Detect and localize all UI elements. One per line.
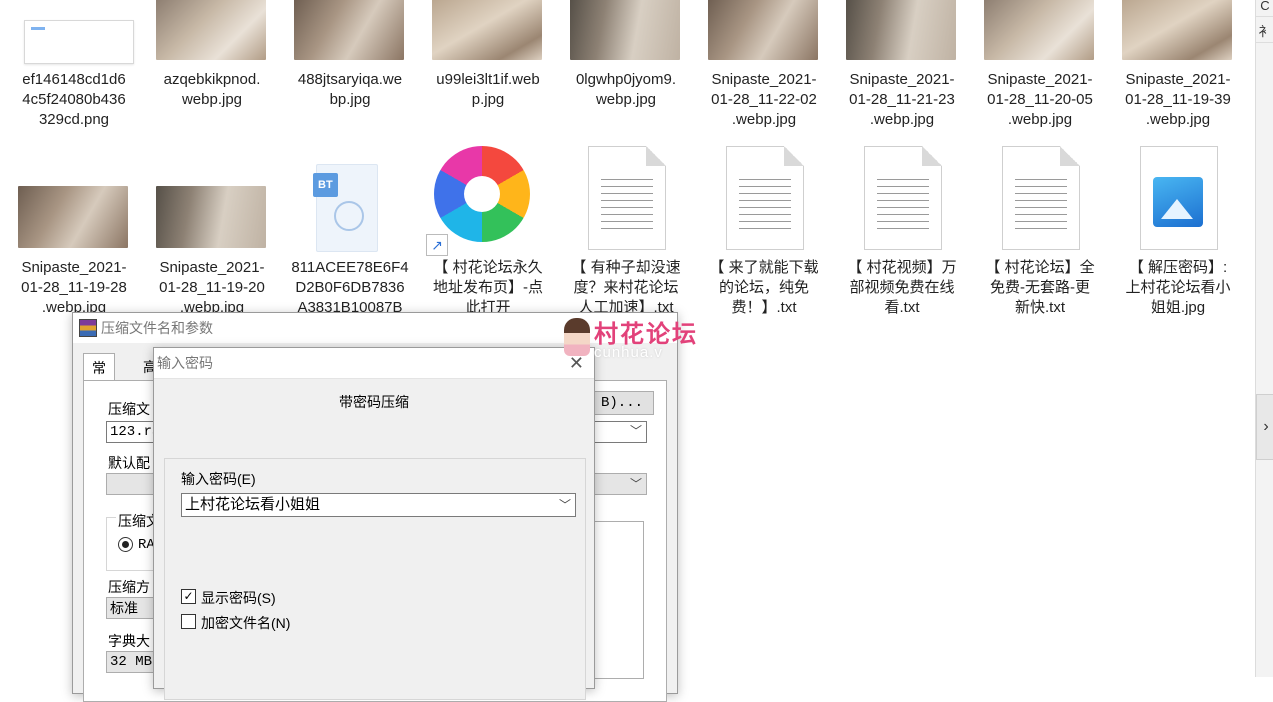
file-item[interactable]: BT 811ACEE78E6F4 D2B0F6DB7836 A3831B1008…: [286, 138, 414, 318]
file-name: Snipaste_2021- 01-28_11-21-23 .webp.jpg: [849, 71, 955, 128]
show-password-checkbox[interactable]: ✓: [181, 589, 196, 604]
compression-method-value: 标准: [110, 600, 138, 616]
site-watermark: 村花论坛 cunhua.v: [560, 314, 730, 366]
password-dialog-titlebar[interactable]: 输入密码 ✕: [154, 348, 594, 379]
photo-thumbnail-icon: [1122, 0, 1232, 60]
file-item[interactable]: 【 有种子却没速 度？来村花论坛 人工加速】.txt: [562, 138, 690, 318]
file-name: 【 解压密码】: 上村花论坛看小 姐姐.jpg: [1125, 259, 1231, 316]
file-name: 488jtsaryiqa.we bp.jpg: [297, 71, 403, 108]
file-name: Snipaste_2021- 01-28_11-19-20 .webp.jpg: [159, 259, 265, 316]
photo-thumbnail-icon: [432, 0, 542, 60]
watermark-subtitle: cunhua.v: [594, 344, 663, 361]
file-item[interactable]: 【 村花视频】万 部视频免费在线 看.txt: [838, 138, 966, 318]
file-name: 【 村花论坛】全 免费-无套路-更 新快.txt: [985, 259, 1095, 316]
tab-general[interactable]: 常规: [83, 353, 115, 404]
file-name: 【 村花视频】万 部视频免费在线 看.txt: [847, 259, 957, 316]
file-item[interactable]: azqebkikpnod. webp.jpg: [148, 0, 276, 110]
password-input[interactable]: 上村花论坛看小姐姐 ﹀: [181, 493, 576, 517]
text-document-icon: [726, 146, 804, 250]
dictionary-size-label: 字典大: [108, 633, 150, 649]
file-item[interactable]: ef146148cd1d6 4c5f24080b436 329cd.png: [10, 0, 138, 130]
photo-thumbnail-icon: [156, 186, 266, 248]
file-name: 【 有种子却没速 度？来村花论坛 人工加速】.txt: [571, 259, 681, 316]
file-item[interactable]: 【 村花论坛】全 免费-无套路-更 新快.txt: [976, 138, 1104, 318]
chevron-down-icon: ﹀: [629, 477, 642, 491]
file-item[interactable]: Snipaste_2021- 01-28_11-22-02 .webp.jpg: [700, 0, 828, 130]
file-item[interactable]: 【 解压密码】: 上村花论坛看小 姐姐.jpg: [1114, 138, 1242, 318]
password-dialog-title: 输入密码: [157, 355, 213, 371]
file-name: Snipaste_2021- 01-28_11-19-28 .webp.jpg: [21, 259, 127, 316]
strip-header-second: 衤: [1256, 22, 1273, 43]
file-name: u99lei3lt1if.web p.jpg: [436, 71, 540, 108]
file-name: ef146148cd1d6 4c5f24080b436 329cd.png: [22, 71, 126, 128]
strip-header-top: C: [1256, 0, 1273, 17]
image-file-icon: [1140, 146, 1218, 250]
cartoon-girl-logo-icon: [564, 318, 590, 356]
screenshot-thumbnail-icon: [24, 20, 134, 64]
photo-thumbnail-icon: [984, 0, 1094, 60]
show-password-label: 显示密码(S): [201, 590, 276, 606]
encrypt-filenames-checkbox[interactable]: [181, 614, 196, 629]
file-name: 0lgwhp0jyom9. webp.jpg: [575, 71, 677, 108]
winrar-icon: [79, 319, 97, 337]
options-listbox[interactable]: [588, 521, 644, 679]
password-field-label: 输入密码(E): [181, 471, 256, 487]
file-name: 811ACEE78E6F4 D2B0F6DB7836 A3831B10087B: [291, 259, 409, 316]
photo-thumbnail-icon: [708, 0, 818, 60]
archive-name-label: 压缩文: [108, 401, 150, 417]
photo-thumbnail-icon: [294, 0, 404, 60]
shortcut-arrow-icon: ↗: [426, 234, 448, 256]
file-item[interactable]: 【 来了就能下载 的论坛，纯免 费！】.txt: [700, 138, 828, 318]
file-item[interactable]: ↗ 【 村花论坛永久 地址发布页】-点 此打开: [424, 138, 552, 318]
chevron-down-icon: ﹀: [629, 425, 642, 439]
right-pane-strip: C 衤 ›: [1255, 0, 1273, 677]
file-item[interactable]: Snipaste_2021- 01-28_11-19-20 .webp.jpg: [148, 138, 276, 318]
file-name: 【 村花论坛永久 地址发布页】-点 此打开: [433, 259, 543, 316]
file-item[interactable]: Snipaste_2021- 01-28_11-19-28 .webp.jpg: [10, 138, 138, 318]
file-item[interactable]: 0lgwhp0jyom9. webp.jpg: [562, 0, 690, 110]
file-name: azqebkikpnod. webp.jpg: [163, 71, 261, 108]
password-value: 上村花论坛看小姐姐: [185, 496, 321, 513]
compression-method-label: 压缩方: [108, 579, 150, 595]
file-name: Snipaste_2021- 01-28_11-22-02 .webp.jpg: [711, 71, 817, 128]
text-document-icon: [588, 146, 666, 250]
file-name: Snipaste_2021- 01-28_11-20-05 .webp.jpg: [987, 71, 1093, 128]
chevron-down-icon: ﹀: [558, 498, 571, 512]
rar-format-radio[interactable]: [118, 537, 133, 552]
profile-label: 默认配: [108, 455, 150, 471]
dictionary-size-value: 32 MB: [110, 654, 153, 670]
photo-thumbnail-icon: [846, 0, 956, 60]
file-item[interactable]: Snipaste_2021- 01-28_11-20-05 .webp.jpg: [976, 0, 1104, 130]
expand-pane-chevron-icon[interactable]: ›: [1256, 394, 1273, 460]
text-document-icon: [1002, 146, 1080, 250]
file-name: 【 来了就能下载 的论坛，纯免 费！】.txt: [709, 259, 819, 316]
password-dialog-heading: 带密码压缩: [339, 394, 409, 410]
file-item[interactable]: Snipaste_2021- 01-28_11-21-23 .webp.jpg: [838, 0, 966, 130]
file-name: Snipaste_2021- 01-28_11-19-39 .webp.jpg: [1125, 71, 1231, 128]
bt-torrent-icon: BT: [313, 164, 378, 252]
photo-thumbnail-icon: [18, 186, 128, 248]
photo-thumbnail-icon: [570, 0, 680, 60]
file-item[interactable]: 488jtsaryiqa.we bp.jpg: [286, 0, 414, 110]
archive-dialog-title: 压缩文件名和参数: [101, 320, 213, 336]
photo-thumbnail-icon: [156, 0, 266, 60]
file-item[interactable]: Snipaste_2021- 01-28_11-19-39 .webp.jpg: [1114, 0, 1242, 130]
text-document-icon: [864, 146, 942, 250]
pinwheel-icon: [434, 146, 530, 242]
password-panel: 输入密码(E) 上村花论坛看小姐姐 ﹀ ✓ 显示密码(S) 加密文件名(N): [164, 458, 586, 700]
password-dialog: 输入密码 ✕ 带密码压缩 输入密码(E) 上村花论坛看小姐姐 ﹀ ✓ 显示密码(…: [153, 347, 595, 700]
file-item[interactable]: u99lei3lt1if.web p.jpg: [424, 0, 552, 110]
encrypt-filenames-label: 加密文件名(N): [201, 615, 291, 631]
